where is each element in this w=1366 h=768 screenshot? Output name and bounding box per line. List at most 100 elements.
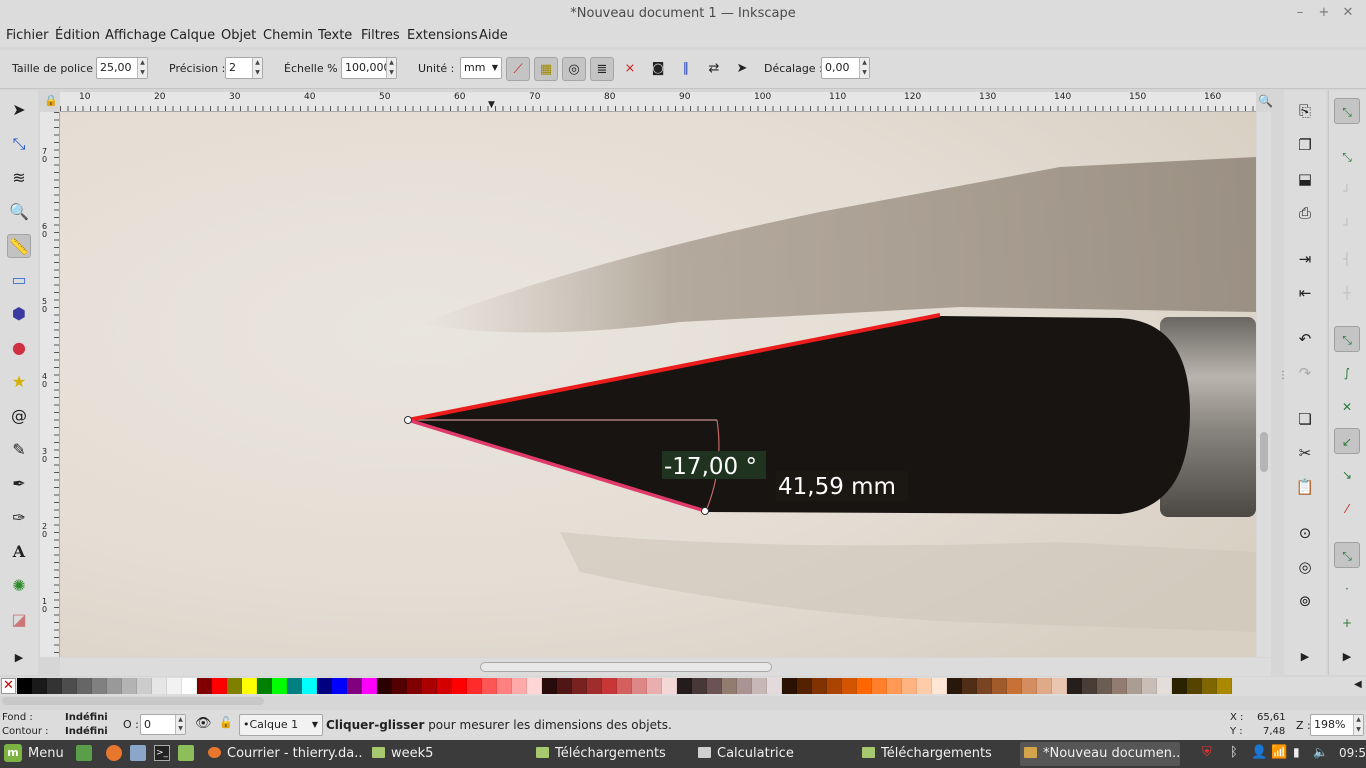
zoom-input[interactable]: 198% ▲ ▼	[1310, 714, 1364, 736]
measure-mark-dimension-button[interactable]: ➤	[730, 57, 754, 81]
measure-to-item-button[interactable]: ⇄	[702, 57, 726, 81]
vertical-scrollbar[interactable]	[1257, 112, 1271, 657]
zoom-drawing-icon[interactable]: ◎	[1292, 554, 1318, 580]
color-swatch[interactable]	[242, 678, 257, 694]
palette-menu-arrow-icon[interactable]: ◀	[1354, 679, 1362, 690]
color-swatch[interactable]	[182, 678, 197, 694]
color-swatch[interactable]	[362, 678, 377, 694]
task-week5[interactable]: week5	[368, 742, 526, 766]
paste-icon[interactable]: 📋	[1292, 474, 1318, 500]
pen-tool-icon[interactable]: ✒	[7, 472, 31, 496]
color-swatch[interactable]	[122, 678, 137, 694]
snap-enable-icon[interactable]: ⤡	[1334, 98, 1360, 124]
menu-aide[interactable]: Aide	[479, 28, 508, 43]
color-swatch[interactable]	[1157, 678, 1172, 694]
color-swatch[interactable]	[1097, 678, 1112, 694]
toolbox-more-arrow-icon[interactable]: ▶	[7, 646, 31, 670]
task-calculatrice[interactable]: Calculatrice	[694, 742, 852, 766]
color-swatch[interactable]	[782, 678, 797, 694]
color-swatch[interactable]	[542, 678, 557, 694]
zoom-corner-icon[interactable]: 🔍	[1258, 94, 1273, 108]
color-swatch[interactable]	[692, 678, 707, 694]
snap-nodes-icon[interactable]: ⤡	[1334, 326, 1360, 352]
stroke-value[interactable]: Indéfini	[65, 726, 108, 737]
color-swatch[interactable]	[1067, 678, 1082, 694]
color-swatch[interactable]	[212, 678, 227, 694]
color-swatch[interactable]	[452, 678, 467, 694]
color-swatch[interactable]	[167, 678, 182, 694]
color-swatch[interactable]	[587, 678, 602, 694]
measure-to-guides-button[interactable]: ∥	[674, 57, 698, 81]
menu-texte[interactable]: Texte	[318, 28, 352, 43]
snap-more-arrow-icon[interactable]: ▶	[1334, 644, 1360, 670]
color-swatch[interactable]	[557, 678, 572, 694]
color-swatch[interactable]	[632, 678, 647, 694]
color-swatch[interactable]	[467, 678, 482, 694]
color-swatch[interactable]	[1112, 678, 1127, 694]
color-swatch[interactable]	[602, 678, 617, 694]
color-swatch[interactable]	[1187, 678, 1202, 694]
color-swatch[interactable]	[1007, 678, 1022, 694]
fill-value[interactable]: Indéfini	[65, 712, 108, 723]
text-tool-icon[interactable]: A	[7, 540, 31, 564]
terminal-launcher-icon[interactable]: >_	[154, 745, 170, 761]
horizontal-scroll-thumb[interactable]	[480, 662, 772, 672]
export-icon[interactable]: ⇤	[1292, 280, 1318, 306]
color-swatch[interactable]	[437, 678, 452, 694]
color-swatch[interactable]	[977, 678, 992, 694]
bluetooth-icon[interactable]: ᛒ	[1230, 745, 1238, 760]
rectangle-tool-icon[interactable]: ▭	[7, 268, 31, 292]
spin-arrows-icon[interactable]: ▲ ▼	[252, 58, 262, 78]
start-menu-label[interactable]: Menu	[28, 746, 64, 761]
color-swatch[interactable]	[737, 678, 752, 694]
color-swatch[interactable]	[257, 678, 272, 694]
menu-filtres[interactable]: Filtres	[361, 28, 400, 43]
spin-arrows-icon[interactable]: ▲ ▼	[1353, 715, 1363, 735]
measure-hidden-intersections-button[interactable]: ◎	[562, 57, 586, 81]
snap-bbox-midpoints-icon[interactable]: ┤	[1334, 246, 1360, 272]
new-document-icon[interactable]: ⎘	[1292, 98, 1318, 124]
color-swatch[interactable]	[422, 678, 437, 694]
tweak-tool-icon[interactable]: ≋	[7, 166, 31, 190]
measure-ignore-first-last-button[interactable]: ⟋	[506, 57, 530, 81]
color-swatch[interactable]	[197, 678, 212, 694]
color-swatch[interactable]	[857, 678, 872, 694]
copy-icon[interactable]: ❏	[1292, 406, 1318, 432]
spiral-tool-icon[interactable]: @	[7, 404, 31, 428]
opacity-input[interactable]: 0 ▲ ▼	[140, 714, 186, 735]
font-size-input[interactable]: 25,00 ▲ ▼	[96, 57, 148, 79]
import-icon[interactable]: ⇥	[1292, 246, 1318, 272]
undo-icon[interactable]: ↶	[1292, 326, 1318, 352]
lock-layer-icon[interactable]: 🔓	[219, 716, 233, 729]
color-swatch[interactable]	[662, 678, 677, 694]
snap-paths-icon[interactable]: ∫	[1334, 360, 1360, 386]
color-swatch[interactable]	[752, 678, 767, 694]
clock[interactable]: 09:58	[1311, 746, 1366, 760]
vertical-ruler[interactable]: 70 60 50 40 30 20 10	[40, 112, 60, 657]
spray-tool-icon[interactable]: ✺	[7, 574, 31, 598]
color-swatch[interactable]	[1037, 678, 1052, 694]
color-swatch[interactable]	[137, 678, 152, 694]
color-swatch[interactable]	[677, 678, 692, 694]
snap-bbox-edges-icon[interactable]: ┘	[1334, 178, 1360, 204]
color-swatch[interactable]	[17, 678, 32, 694]
color-swatch[interactable]	[512, 678, 527, 694]
measure-end-knot[interactable]	[701, 507, 709, 515]
3d-box-tool-icon[interactable]: ⬢	[7, 302, 31, 326]
no-paint-swatch[interactable]: ✕	[1, 678, 16, 694]
color-swatch[interactable]	[887, 678, 902, 694]
menu-fichier[interactable]: Fichier	[6, 28, 49, 43]
color-swatch[interactable]	[377, 678, 392, 694]
scale-input[interactable]: 100,000 ▲ ▼	[341, 57, 397, 79]
layer-select[interactable]: •Calque 1 ▼	[239, 714, 323, 736]
color-swatch[interactable]	[767, 678, 782, 694]
color-swatch[interactable]	[1217, 678, 1232, 694]
commands-more-arrow-icon[interactable]: ▶	[1292, 644, 1318, 670]
measure-to-phantom-button[interactable]: ◙	[646, 57, 670, 81]
zoom-page-icon[interactable]: ⊚	[1292, 588, 1318, 614]
menu-affichage[interactable]: Affichage	[105, 28, 166, 43]
color-swatch[interactable]	[1202, 678, 1217, 694]
canvas[interactable]: -17,00 ° 41,59 mm	[60, 112, 1256, 657]
thunderbird-launcher-icon[interactable]	[130, 745, 146, 761]
color-swatch[interactable]	[827, 678, 842, 694]
